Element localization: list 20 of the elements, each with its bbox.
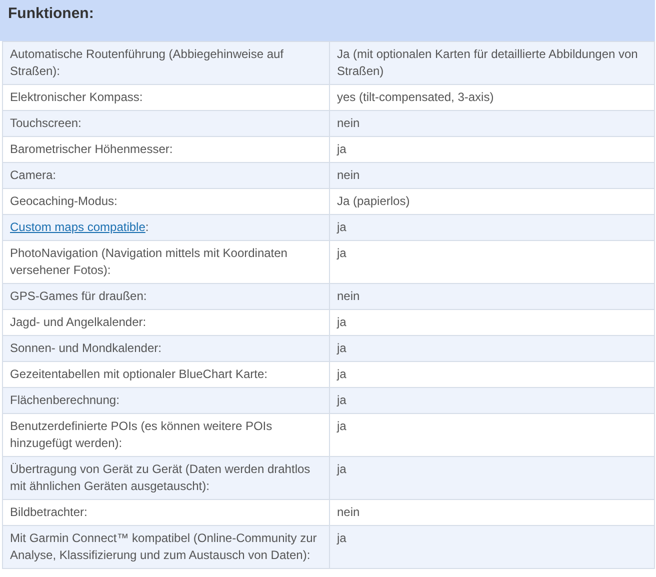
feature-cell: Übertragung von Gerät zu Gerät (Daten werden drahtlos mit ähnlichen Geräten ausgetauscht):	[2, 456, 330, 500]
colon-text: :	[145, 220, 149, 234]
feature-cell: Automatische Routenführung (Abbiegehinweise auf Straßen):	[2, 42, 330, 84]
value-cell: nein	[330, 284, 654, 310]
feature-cell: GPS-Games für draußen:	[2, 284, 330, 310]
value-cell: Ja (mit optionalen Karten für detaillierte Abbildungen von Straßen)	[330, 42, 654, 84]
value-cell: ja	[330, 526, 654, 568]
value-cell: ja	[330, 388, 654, 414]
feature-cell: Flächenberechnung:	[2, 388, 330, 414]
feature-cell: Mit Garmin Connect™ kompatibel (Online-Community zur Analyse, Klassifizierung und zum Austausch von Daten):	[2, 526, 330, 568]
value-cell: ja	[330, 456, 654, 500]
value-cell: ja	[330, 214, 654, 240]
section-heading: Funktionen:	[0, 0, 655, 41]
value-cell: ja	[330, 336, 654, 362]
feature-cell: Camera:	[2, 162, 330, 188]
value-cell: nein	[330, 162, 654, 188]
feature-link[interactable]: Custom maps compatible	[10, 220, 146, 234]
feature-cell: Touchscreen:	[2, 110, 330, 136]
feature-cell: Sonnen- und Mondkalender:	[2, 336, 330, 362]
value-cell: nein	[330, 110, 654, 136]
